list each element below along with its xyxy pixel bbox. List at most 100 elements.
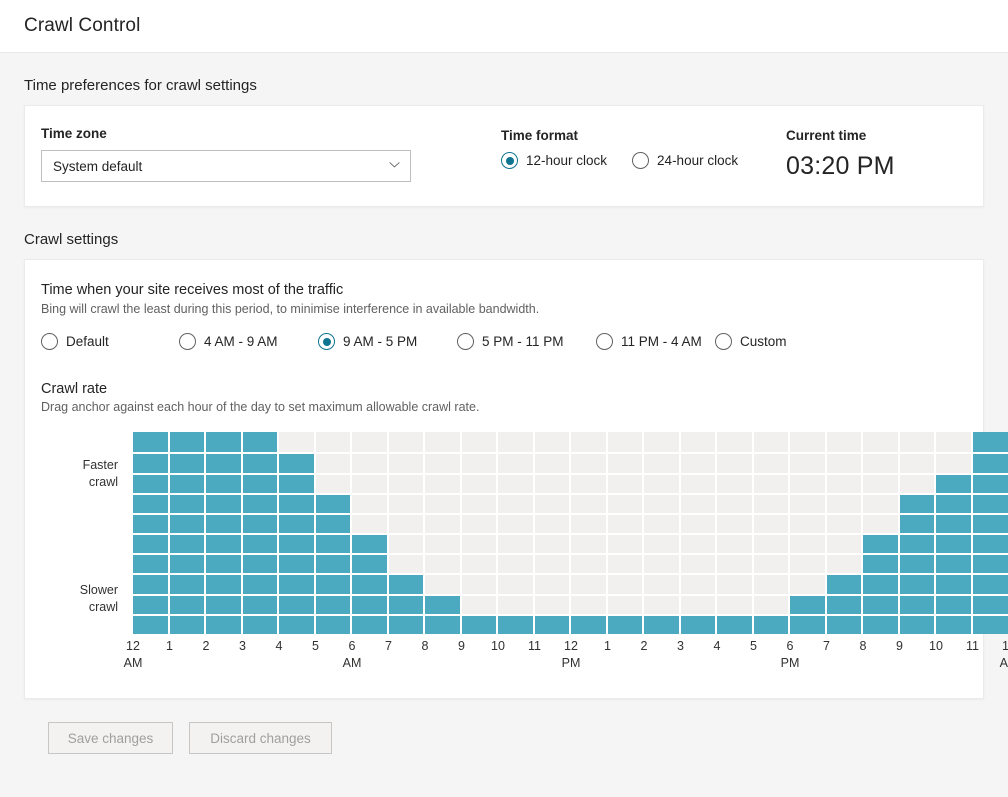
radio-4am-9am[interactable]: 4 AM - 9 AM [179, 333, 318, 350]
crawl-rate-cell[interactable] [972, 452, 1008, 473]
crawl-rate-cell[interactable] [753, 472, 790, 493]
crawl-rate-cell[interactable] [169, 472, 206, 493]
crawl-rate-cell[interactable] [498, 432, 535, 453]
crawl-rate-cell[interactable] [863, 533, 900, 554]
radio-11pm-4am[interactable]: 11 PM - 4 AM [596, 333, 715, 350]
crawl-rate-cell[interactable] [790, 472, 827, 493]
crawl-rate-column[interactable] [972, 432, 1008, 634]
crawl-rate-cell[interactable] [753, 512, 790, 534]
crawl-rate-cell[interactable] [461, 613, 498, 634]
crawl-rate-cell[interactable] [790, 452, 827, 473]
crawl-rate-cell[interactable] [279, 452, 316, 473]
crawl-rate-cell[interactable] [425, 512, 462, 534]
crawl-rate-cell[interactable] [680, 492, 717, 513]
crawl-rate-cell[interactable] [644, 533, 681, 554]
crawl-rate-cell[interactable] [607, 432, 644, 453]
crawl-rate-cell[interactable] [169, 533, 206, 554]
crawl-rate-cell[interactable] [826, 553, 863, 574]
crawl-rate-cell[interactable] [388, 613, 425, 634]
crawl-rate-cell[interactable] [790, 512, 827, 534]
crawl-rate-cell[interactable] [571, 472, 608, 493]
crawl-rate-cell[interactable] [206, 512, 243, 534]
crawl-rate-cell[interactable] [717, 573, 754, 594]
crawl-rate-cell[interactable] [571, 613, 608, 634]
crawl-rate-cell[interactable] [315, 613, 352, 634]
crawl-rate-cell[interactable] [279, 512, 316, 534]
crawl-rate-cell[interactable] [498, 613, 535, 634]
crawl-rate-column[interactable] [680, 432, 717, 634]
crawl-rate-column[interactable] [753, 432, 790, 634]
crawl-rate-cell[interactable] [425, 573, 462, 594]
crawl-rate-column[interactable] [717, 432, 754, 634]
crawl-rate-cell[interactable] [133, 452, 170, 473]
crawl-rate-cell[interactable] [315, 593, 352, 614]
crawl-rate-cell[interactable] [607, 553, 644, 574]
crawl-rate-column[interactable] [388, 432, 425, 634]
crawl-rate-cell[interactable] [680, 593, 717, 614]
crawl-rate-cell[interactable] [571, 533, 608, 554]
crawl-rate-cell[interactable] [644, 472, 681, 493]
crawl-rate-cell[interactable] [169, 452, 206, 473]
crawl-rate-cell[interactable] [863, 432, 900, 453]
discard-changes-button[interactable]: Discard changes [189, 722, 332, 754]
crawl-rate-cell[interactable] [461, 512, 498, 534]
crawl-rate-cell[interactable] [899, 512, 936, 534]
crawl-rate-cell[interactable] [826, 533, 863, 554]
crawl-rate-cell[interactable] [279, 432, 316, 453]
crawl-rate-cell[interactable] [206, 533, 243, 554]
crawl-rate-cell[interactable] [571, 492, 608, 513]
crawl-rate-cell[interactable] [717, 533, 754, 554]
crawl-rate-cell[interactable] [899, 553, 936, 574]
crawl-rate-cell[interactable] [972, 593, 1008, 614]
crawl-rate-cell[interactable] [753, 613, 790, 634]
crawl-rate-cell[interactable] [534, 512, 571, 534]
crawl-rate-cell[interactable] [753, 593, 790, 614]
radio-9am-5pm[interactable]: 9 AM - 5 PM [318, 333, 457, 350]
crawl-rate-cell[interactable] [498, 452, 535, 473]
crawl-rate-cell[interactable] [972, 472, 1008, 493]
crawl-rate-column[interactable] [571, 432, 608, 634]
crawl-rate-cell[interactable] [826, 432, 863, 453]
radio-12-hour-clock[interactable]: 12-hour clock [501, 152, 607, 169]
crawl-rate-cell[interactable] [717, 613, 754, 634]
crawl-rate-cell[interactable] [206, 492, 243, 513]
crawl-rate-cell[interactable] [352, 492, 389, 513]
crawl-rate-cell[interactable] [826, 472, 863, 493]
crawl-rate-cell[interactable] [133, 512, 170, 534]
crawl-rate-cell[interactable] [863, 452, 900, 473]
crawl-rate-cell[interactable] [899, 472, 936, 493]
crawl-rate-cell[interactable] [936, 553, 973, 574]
crawl-rate-cell[interactable] [826, 573, 863, 594]
crawl-rate-cell[interactable] [571, 553, 608, 574]
crawl-rate-cell[interactable] [717, 472, 754, 493]
crawl-rate-column[interactable] [461, 432, 498, 634]
crawl-rate-cell[interactable] [972, 432, 1008, 453]
crawl-rate-cell[interactable] [972, 573, 1008, 594]
crawl-rate-column[interactable] [534, 432, 571, 634]
crawl-rate-cell[interactable] [607, 472, 644, 493]
crawl-rate-cell[interactable] [425, 593, 462, 614]
crawl-rate-cell[interactable] [644, 432, 681, 453]
crawl-rate-cell[interactable] [753, 492, 790, 513]
crawl-rate-cell[interactable] [133, 432, 170, 453]
crawl-rate-cell[interactable] [607, 452, 644, 473]
crawl-rate-cell[interactable] [717, 432, 754, 453]
crawl-rate-cell[interactable] [936, 533, 973, 554]
crawl-rate-cell[interactable] [461, 472, 498, 493]
crawl-rate-cell[interactable] [352, 613, 389, 634]
crawl-rate-cell[interactable] [279, 593, 316, 614]
crawl-rate-cell[interactable] [498, 492, 535, 513]
crawl-rate-cell[interactable] [899, 432, 936, 453]
crawl-rate-column[interactable] [863, 432, 900, 634]
crawl-rate-cell[interactable] [461, 492, 498, 513]
timezone-select[interactable]: System default [41, 150, 411, 182]
crawl-rate-cell[interactable] [863, 492, 900, 513]
crawl-rate-cell[interactable] [133, 613, 170, 634]
crawl-rate-cell[interactable] [607, 512, 644, 534]
crawl-rate-cell[interactable] [790, 613, 827, 634]
crawl-rate-cell[interactable] [644, 512, 681, 534]
crawl-rate-cell[interactable] [863, 573, 900, 594]
crawl-rate-cell[interactable] [388, 573, 425, 594]
crawl-rate-cell[interactable] [169, 573, 206, 594]
crawl-rate-cell[interactable] [753, 573, 790, 594]
